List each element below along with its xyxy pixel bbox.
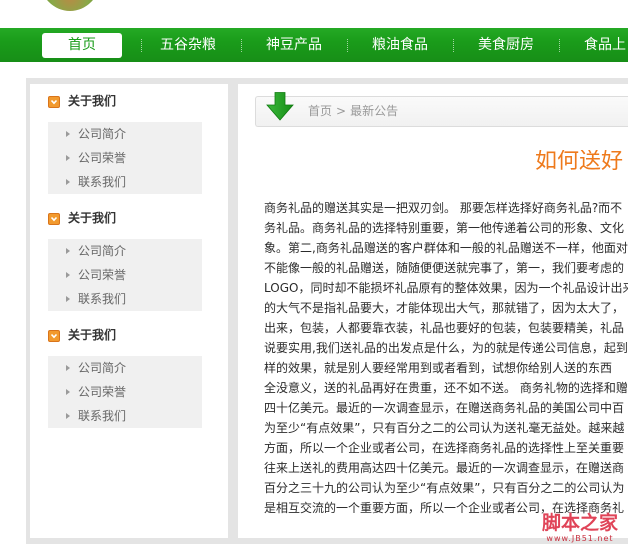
article-line: 四十亿美元。最近的一次调查显示，在赠送商务礼品的美国公司中百: [264, 401, 625, 415]
article-line: 象。第二,商务礼品赠送的客户群体和一般的礼品赠送不一样，他面对: [264, 241, 628, 255]
nav-item-oil-food[interactable]: 粮油食品: [347, 28, 453, 62]
sidebar-item-label: 公司简介: [78, 127, 127, 141]
breadcrumb-separator: >: [336, 104, 347, 118]
chevron-down-icon: [48, 330, 60, 342]
nav-item-kitchen[interactable]: 美食厨房: [453, 28, 559, 62]
article-line: 出来，包装，人都要靠衣装，礼品也要好的包装，包装要精美，礼品: [264, 321, 625, 335]
article-line: 务礼品。商务礼品的选择特别重要，第一他传递着公司的形象、文化: [264, 221, 625, 235]
chevron-down-icon: [48, 96, 60, 108]
article-line: 往来上送礼的费用高达四十亿美元。最近的一次调查显示，在赠送商: [264, 461, 625, 475]
triangle-right-icon: [66, 248, 70, 254]
breadcrumb-trail: 首页 > 最新公告: [308, 103, 398, 119]
sidebar-item-company-honors[interactable]: 公司荣誉: [48, 146, 202, 170]
triangle-right-icon: [66, 365, 70, 371]
chevron-down-icon: [48, 213, 60, 225]
triangle-right-icon: [66, 272, 70, 278]
watermark-url: www.JB51.net: [546, 534, 614, 543]
nav-item-home[interactable]: 首页: [42, 33, 122, 58]
sidebar-item-company-profile[interactable]: 公司简介: [48, 356, 202, 380]
sidebar-section-title: 关于我们: [68, 94, 117, 108]
article-body: 商务礼品的赠送其实是一把双刃剑。 那要怎样选择好商务礼品?而不 务礼品。商务礼品…: [264, 198, 628, 518]
logo-image[interactable]: [40, 0, 100, 11]
sidebar-item-contact-us[interactable]: 联系我们: [48, 287, 202, 311]
sidebar-section: 关于我们 公司简介 公司荣誉 联系我们: [30, 84, 228, 201]
article-line: 百分之三十九的公司认为至少“有点效果”，只有百分之二的公司认为: [264, 481, 625, 495]
arrow-down-icon: [266, 92, 294, 121]
sidebar-item-contact-us[interactable]: 联系我们: [48, 170, 202, 194]
sidebar-item-label: 联系我们: [78, 175, 127, 189]
breadcrumb-home-link[interactable]: 首页: [308, 104, 332, 118]
sidebar-item-company-profile[interactable]: 公司简介: [48, 239, 202, 263]
triangle-right-icon: [66, 155, 70, 161]
article-line: LOGO，同时却不能损坏礼品原有的整体效果，因为一个礼品设计出来: [264, 281, 628, 295]
main-nav: 首页 五谷杂粮 神豆产品 粮油食品 美食厨房 食品上: [0, 28, 628, 62]
sidebar-section-title: 关于我们: [68, 211, 117, 225]
sidebar-item-company-honors[interactable]: 公司荣誉: [48, 380, 202, 404]
site-header: [40, 0, 100, 11]
breadcrumb-current[interactable]: 最新公告: [350, 104, 398, 118]
sidebar-item-label: 公司荣誉: [78, 385, 127, 399]
article-line: 说要实用,我们送礼品的出发点是什么，为的就是传递公司信息，起到: [264, 341, 628, 355]
article-line: 不能像一般的礼品赠送，随随便便送就完事了，第一，我们要考虑的: [264, 261, 625, 275]
sidebar-item-company-honors[interactable]: 公司荣誉: [48, 263, 202, 287]
sidebar-section-title: 关于我们: [68, 328, 117, 342]
sidebar-item-label: 联系我们: [78, 409, 127, 423]
article-line: 方面，所以一个企业或者公司，在选择商务礼品的选择性上至关重要: [264, 441, 625, 455]
article-title: 如何送好: [535, 150, 624, 174]
sidebar-item-label: 公司简介: [78, 244, 127, 258]
article-line: 样的效果，就是别人要经常用到或者看到，试想你给别人送的东西: [264, 361, 613, 375]
triangle-right-icon: [66, 131, 70, 137]
article-line: 为至少“有点效果”，只有百分之二的公司认为送礼毫无益处。越来越: [264, 421, 625, 435]
sidebar-item-label: 公司荣誉: [78, 268, 127, 282]
sidebar-item-label: 公司简介: [78, 361, 127, 375]
nav-item-bean-products[interactable]: 神豆产品: [241, 28, 347, 62]
article-line: 全没意义，送的礼品再好在贵重，还不如不送。 商务礼物的选择和赠: [264, 381, 628, 395]
sidebar-item-contact-us[interactable]: 联系我们: [48, 404, 202, 428]
triangle-right-icon: [66, 389, 70, 395]
sidebar-item-company-profile[interactable]: 公司简介: [48, 122, 202, 146]
content-panel: 首页 > 最新公告 如何送好 商务礼品的赠送其实是一把双刃剑。 那要怎样选择好商务礼…: [238, 84, 628, 538]
page: 首页 五谷杂粮 神豆产品 粮油食品 美食厨房 食品上 关于我们 公司简介 公司荣…: [0, 0, 628, 556]
nav-item-grains[interactable]: 五谷杂粮: [135, 28, 241, 62]
sidebar-item-label: 联系我们: [78, 292, 127, 306]
watermark: 脚本之家 www.JB51.net: [539, 512, 621, 544]
article-line: 的大气不是指礼品要大，才能体现出大气，那就错了，因为太大了，: [264, 301, 625, 315]
nav-item-food-more[interactable]: 食品上: [584, 28, 628, 62]
watermark-name: 脚本之家: [541, 512, 618, 534]
triangle-right-icon: [66, 413, 70, 419]
sidebar: 关于我们 公司简介 公司荣誉 联系我们 关于我们 公司简介 公司荣誉 联系我们 …: [30, 84, 228, 538]
sidebar-item-label: 公司荣誉: [78, 151, 127, 165]
nav-separator: [559, 39, 560, 52]
sidebar-list: 公司简介 公司荣誉 联系我们: [48, 122, 202, 194]
sidebar-list: 公司简介 公司荣誉 联系我们: [48, 356, 202, 428]
sidebar-section: 关于我们 公司简介 公司荣誉 联系我们: [30, 318, 228, 435]
sidebar-list: 公司简介 公司荣誉 联系我们: [48, 239, 202, 311]
triangle-right-icon: [66, 179, 70, 185]
sidebar-section: 关于我们 公司简介 公司荣誉 联系我们: [30, 201, 228, 318]
triangle-right-icon: [66, 296, 70, 302]
article-line: 商务礼品的赠送其实是一把双刃剑。 那要怎样选择好商务礼品?而不: [264, 201, 623, 215]
